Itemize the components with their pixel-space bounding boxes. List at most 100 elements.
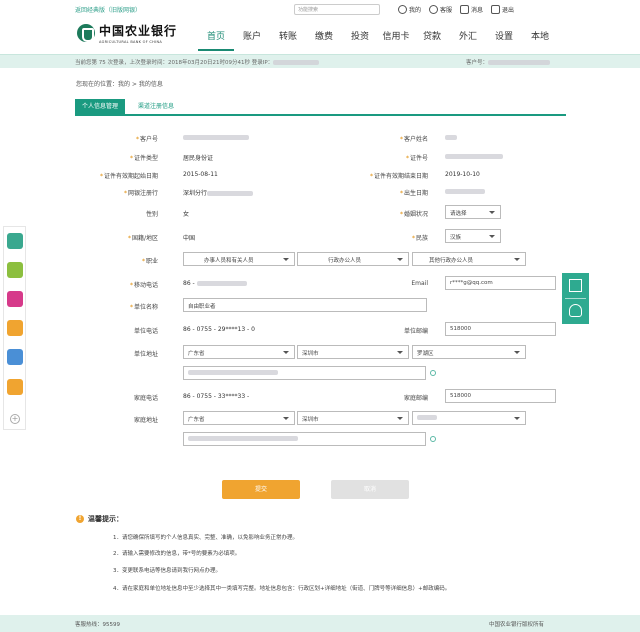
customer-name-value	[445, 134, 457, 141]
hotline: 客服热线：95599	[75, 622, 120, 628]
work-detail-address-field[interactable]	[183, 366, 426, 380]
job-label: *职业	[141, 258, 158, 265]
nav-payment[interactable]: 缴费	[306, 31, 342, 51]
work-city-select[interactable]: 深圳市	[297, 345, 409, 359]
home-city-select[interactable]: 深圳市	[297, 411, 409, 425]
nation-label: *国籍/地区	[127, 235, 158, 242]
nav-transfer[interactable]: 转账	[270, 31, 306, 51]
check-icon	[430, 436, 436, 442]
gender-value: 女	[183, 211, 190, 218]
email-label: Email	[411, 280, 428, 287]
id-no-value	[445, 153, 503, 160]
cancel-button[interactable]: 取消	[331, 480, 409, 499]
my-link[interactable]: 我的	[398, 4, 421, 14]
mobile-label: *移动电话	[129, 282, 158, 289]
top-bar: 返回经典版（旧版网银） 功能搜索 我的 客服 消息 退出	[0, 0, 640, 18]
nation-value: 中国	[183, 235, 196, 242]
divider	[565, 298, 586, 299]
nav-account[interactable]: 账户	[234, 31, 270, 51]
marital-label: *婚姻状况	[399, 211, 428, 218]
id-start-value: 2015-08-11	[183, 171, 218, 178]
id-end-label: *证件有效期结束日期	[369, 173, 428, 180]
id-end-value: 2019-10-10	[445, 171, 480, 178]
home-detail-address-field[interactable]	[183, 432, 426, 446]
nav-local[interactable]: 本地	[522, 31, 558, 51]
logout-link[interactable]: 退出	[491, 4, 514, 14]
nav-invest[interactable]: 投资	[342, 31, 378, 51]
tab-personal-info[interactable]: 个人信息管理	[75, 99, 125, 114]
work-province-select[interactable]: 广东省	[183, 345, 295, 359]
ethnic-select[interactable]: 汉族	[445, 229, 501, 243]
job-select-2[interactable]: 行政办公人员	[297, 252, 409, 266]
nav-settings[interactable]: 设置	[486, 31, 522, 51]
tab-channel-info[interactable]: 渠道注册信息	[129, 99, 183, 114]
footer: 客服热线：95599 中国农业银行版权所有	[0, 615, 640, 632]
form-row-register: *网银注册行 深圳分行 *出生日期	[0, 188, 640, 204]
calculator-icon[interactable]	[7, 349, 23, 365]
nav-forex[interactable]: 外汇	[450, 31, 486, 51]
nav-home[interactable]: 首页	[198, 31, 234, 51]
home-province-select[interactable]: 广东省	[183, 411, 295, 425]
register-branch-label: *网银注册行	[123, 190, 158, 197]
tip-item: 4．请在家庭和单位地址信息中至少选择其中一类填写完整。地址信息包含：行政区划+详…	[113, 586, 451, 592]
nav-credit-card[interactable]: 信用卡	[378, 31, 414, 51]
message-link[interactable]: 消息	[460, 4, 483, 14]
my-link-label: 我的	[409, 6, 422, 14]
home-zip-field[interactable]: 518000	[445, 389, 556, 403]
login-info-bar: 当前您第 75 次登录，上次登录时间：2018年03月20日21时09分41秒 …	[0, 54, 640, 68]
form-row-id-dates: *证件有效期起始日期 2015-08-11 *证件有效期结束日期 2019-10…	[0, 171, 640, 187]
left-quick-sidebar: +	[3, 226, 26, 430]
marital-select[interactable]: 请选择	[445, 205, 501, 219]
form-row-id: *证件类型 居民身份证 *证件号	[0, 153, 640, 169]
check-icon	[430, 370, 436, 376]
card-icon[interactable]	[7, 233, 23, 249]
yuan-icon[interactable]	[7, 262, 23, 278]
home-district-select[interactable]	[412, 411, 526, 425]
tip-item: 2．请输入需要修改的信息，带*号的要素为必填项。	[113, 551, 241, 557]
coins-icon[interactable]	[7, 320, 23, 336]
plus-icon[interactable]: +	[10, 414, 20, 424]
work-district-select[interactable]: 罗湖区	[412, 345, 526, 359]
service-icon[interactable]	[569, 304, 582, 317]
tips-title: ! 温馨提示：	[76, 514, 123, 524]
logout-link-label: 退出	[502, 6, 515, 14]
submit-button[interactable]: 提交	[222, 480, 300, 499]
classic-version-link[interactable]: 返回经典版（旧版网银）	[75, 5, 141, 14]
login-info: 当前您第 75 次登录，上次登录时间：2018年03月20日21时09分41秒 …	[75, 58, 320, 66]
service-link[interactable]: 客服	[429, 4, 452, 14]
customer-no-label: *客户号	[135, 136, 158, 143]
nav-loan[interactable]: 贷款	[414, 31, 450, 51]
company-field[interactable]: 自由职业者	[183, 298, 427, 312]
header: 中国农业银行 AGRICULTURAL BANK OF CHINA 首页 账户 …	[0, 18, 640, 54]
qr-code-icon[interactable]	[569, 279, 582, 292]
abc-logo-icon	[77, 24, 95, 42]
job-select-3[interactable]: 其他行政办公人员	[412, 252, 526, 266]
mobile-value: 86 -	[183, 280, 247, 287]
tips-title-text: 温馨提示：	[88, 515, 123, 523]
right-float-panel	[562, 273, 589, 324]
work-address-label: 单位地址	[133, 351, 158, 358]
job-select-1[interactable]: 办事人员和有关人员	[183, 252, 295, 266]
dollar-icon[interactable]	[7, 379, 23, 395]
home-address-label: 家庭地址	[133, 417, 158, 424]
main-nav: 首页 账户 转账 缴费 投资 信用卡 贷款 外汇 设置 本地	[198, 31, 558, 51]
search-input[interactable]: 功能搜索	[294, 4, 380, 15]
work-zip-label: 单位邮编	[403, 328, 428, 335]
bank-name-cn: 中国农业银行	[99, 24, 178, 38]
form-row-nation: *国籍/地区 中国 *民族	[0, 233, 640, 249]
company-label: *单位名称	[129, 304, 158, 311]
home-phone-label: 家庭电话	[133, 395, 158, 402]
work-zip-field[interactable]: 518000	[445, 322, 556, 336]
logout-icon	[491, 4, 501, 14]
birth-label: *出生日期	[399, 190, 428, 197]
birth-value	[445, 188, 485, 195]
gender-label: 性别	[145, 211, 158, 218]
chart-icon[interactable]	[7, 291, 23, 307]
bank-logo[interactable]: 中国农业银行 AGRICULTURAL BANK OF CHINA	[77, 22, 177, 44]
mail-icon	[460, 4, 470, 14]
form-row-customer: *客户号 *客户姓名	[0, 134, 640, 150]
warning-icon: !	[76, 515, 84, 523]
id-type-label: *证件类型	[129, 155, 158, 162]
work-phone-value: 86 - 0755 - 29****13 - 0	[183, 326, 255, 333]
email-field[interactable]: r****g@qq.com	[445, 276, 556, 290]
